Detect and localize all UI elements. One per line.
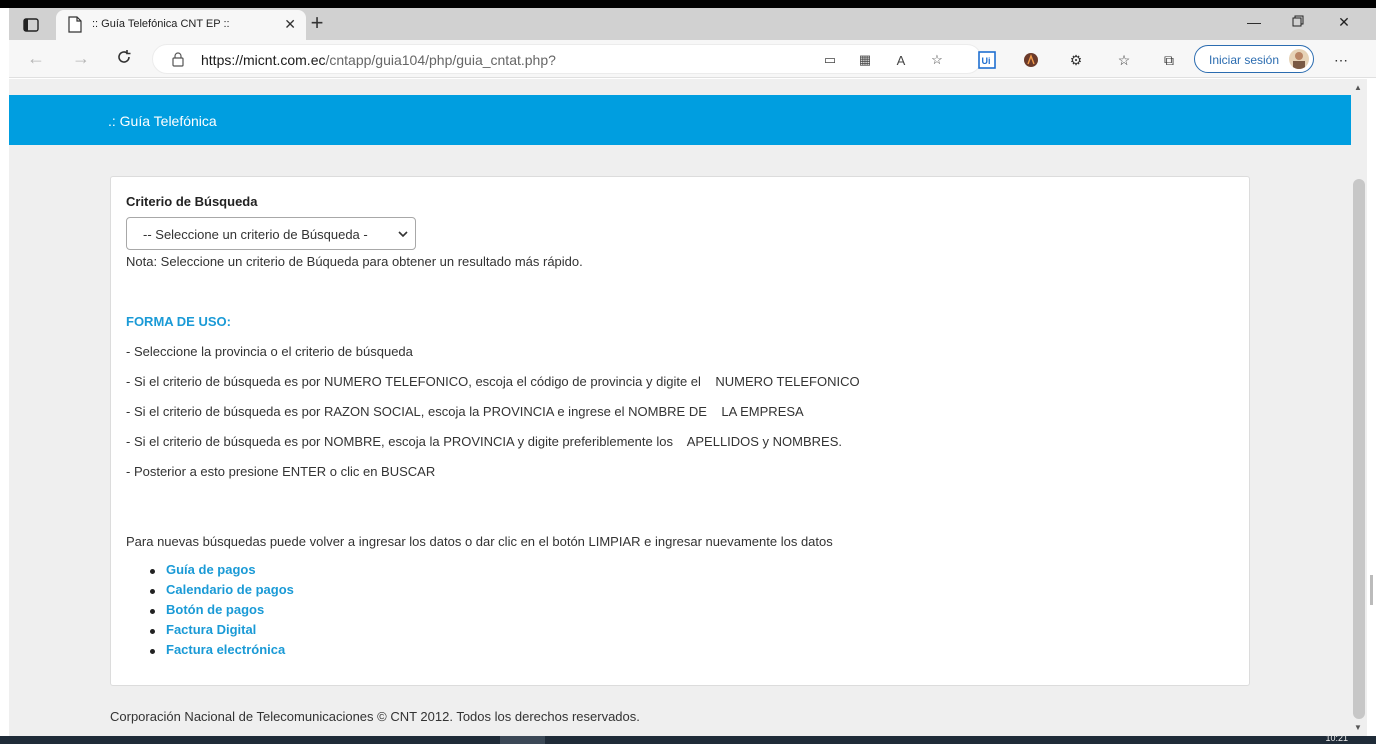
- scroll-down-icon[interactable]: ▼: [1354, 723, 1362, 732]
- address-bar[interactable]: https://micnt.com.ec/cntapp/guia104/php/…: [152, 44, 982, 74]
- back-icon[interactable]: ←: [24, 48, 48, 69]
- tab-title: :: Guía Telefónica CNT EP ::: [92, 18, 230, 30]
- link-factura-electronica[interactable]: Factura electrónica: [166, 642, 285, 657]
- add-favorite-icon[interactable]: ☆: [927, 51, 947, 69]
- app-available-icon[interactable]: ▭: [820, 51, 840, 69]
- favorites-icon[interactable]: ☆: [1114, 50, 1134, 70]
- svg-text:Ui: Ui: [982, 56, 991, 66]
- criteria-label: Criterio de Búsqueda: [126, 194, 258, 209]
- browser-toolbar: ← → https://micnt.com.ec/cntapp/guia104/…: [9, 40, 1376, 78]
- banner-title: .: Guía Telefónica: [108, 113, 217, 129]
- extensions-icon[interactable]: ⚙: [1066, 50, 1086, 70]
- link-guia-de-pagos[interactable]: Guía de pagos: [166, 562, 256, 577]
- instruction-item: - Si el criterio de búsqueda es por NUME…: [126, 374, 860, 389]
- qr-code-icon[interactable]: ▦: [855, 51, 875, 69]
- instruction-item: - Si el criterio de búsqueda es por RAZO…: [126, 404, 804, 419]
- criteria-select[interactable]: -- Seleccione un criterio de Búsqueda -: [126, 217, 416, 250]
- scroll-up-icon[interactable]: ▲: [1354, 83, 1362, 92]
- collections-icon[interactable]: ⧉: [1159, 50, 1179, 70]
- url-text[interactable]: https://micnt.com.ec/cntapp/guia104/php/…: [201, 52, 556, 68]
- instruction-item: - Posterior a esto presione ENTER o clic…: [126, 464, 436, 479]
- chevron-down-icon: [397, 227, 409, 245]
- sign-in-button[interactable]: Iniciar sesión: [1194, 45, 1314, 73]
- browser-tab[interactable]: :: Guía Telefónica CNT EP :: ✕: [56, 10, 306, 40]
- sign-in-label: Iniciar sesión: [1209, 53, 1280, 67]
- link-boton-de-pagos[interactable]: Botón de pagos: [166, 602, 264, 617]
- usage-heading: FORMA DE USO:: [126, 314, 231, 329]
- list-item: Factura electrónica: [150, 642, 294, 662]
- instruction-item: - Si el criterio de búsqueda es por NOMB…: [126, 434, 843, 449]
- tab-close-icon[interactable]: ✕: [284, 16, 296, 33]
- right-edge: [1367, 79, 1376, 736]
- vertical-scrollbar[interactable]: ▲ ▼: [1351, 79, 1367, 736]
- search-note: Nota: Seleccione un criterio de Búqueda …: [126, 254, 583, 269]
- lock-icon[interactable]: [171, 51, 185, 72]
- link-factura-digital[interactable]: Factura Digital: [166, 622, 256, 637]
- taskbar: 10:21: [0, 733, 1376, 744]
- scrollbar-thumb[interactable]: [1353, 179, 1365, 719]
- instruction-item: - Seleccione la provincia o el criterio …: [126, 344, 413, 359]
- new-tab-icon[interactable]: +: [304, 12, 330, 34]
- edge-handle: [1370, 575, 1373, 605]
- refresh-icon[interactable]: [112, 48, 136, 71]
- top-strip: [0, 0, 1376, 8]
- list-item: Calendario de pagos: [150, 582, 294, 602]
- list-item: Factura Digital: [150, 622, 294, 642]
- more-menu-icon[interactable]: ⋯: [1331, 50, 1351, 70]
- profile-avatar: [1289, 49, 1309, 69]
- taskbar-item[interactable]: [500, 736, 545, 744]
- payment-links: Guía de pagos Calendario de pagos Botón …: [150, 562, 294, 662]
- page-banner: .: Guía Telefónica: [9, 95, 1351, 145]
- new-search-text: Para nuevas búsquedas puede volver a ing…: [126, 534, 833, 549]
- browser-window: :: Guía Telefónica CNT EP :: ✕ + — ✕ ← →…: [0, 0, 1376, 744]
- search-card: Criterio de Búsqueda -- Seleccione un cr…: [110, 176, 1250, 686]
- forward-icon[interactable]: →: [69, 48, 93, 69]
- criteria-select-value: -- Seleccione un criterio de Búsqueda -: [143, 227, 368, 242]
- restore-icon[interactable]: [1276, 14, 1320, 30]
- list-item: Botón de pagos: [150, 602, 294, 622]
- minimize-icon[interactable]: —: [1232, 14, 1276, 30]
- extension-avatar-icon[interactable]: [1021, 50, 1041, 70]
- link-calendario-de-pagos[interactable]: Calendario de pagos: [166, 582, 294, 597]
- window-close-icon[interactable]: ✕: [1322, 14, 1366, 31]
- page-viewport: .: Guía Telefónica Criterio de Búsqueda …: [9, 79, 1351, 736]
- taskbar-clock: 10:21: [1325, 733, 1348, 743]
- list-item: Guía de pagos: [150, 562, 294, 582]
- page-footer: Corporación Nacional de Telecomunicacion…: [110, 709, 640, 724]
- read-aloud-icon[interactable]: A: [891, 51, 911, 69]
- page-favicon-icon: [68, 16, 82, 38]
- uipath-extension-icon[interactable]: Ui: [977, 50, 997, 70]
- tab-actions-icon[interactable]: [19, 14, 43, 36]
- tab-bar: :: Guía Telefónica CNT EP :: ✕ + — ✕: [9, 8, 1376, 40]
